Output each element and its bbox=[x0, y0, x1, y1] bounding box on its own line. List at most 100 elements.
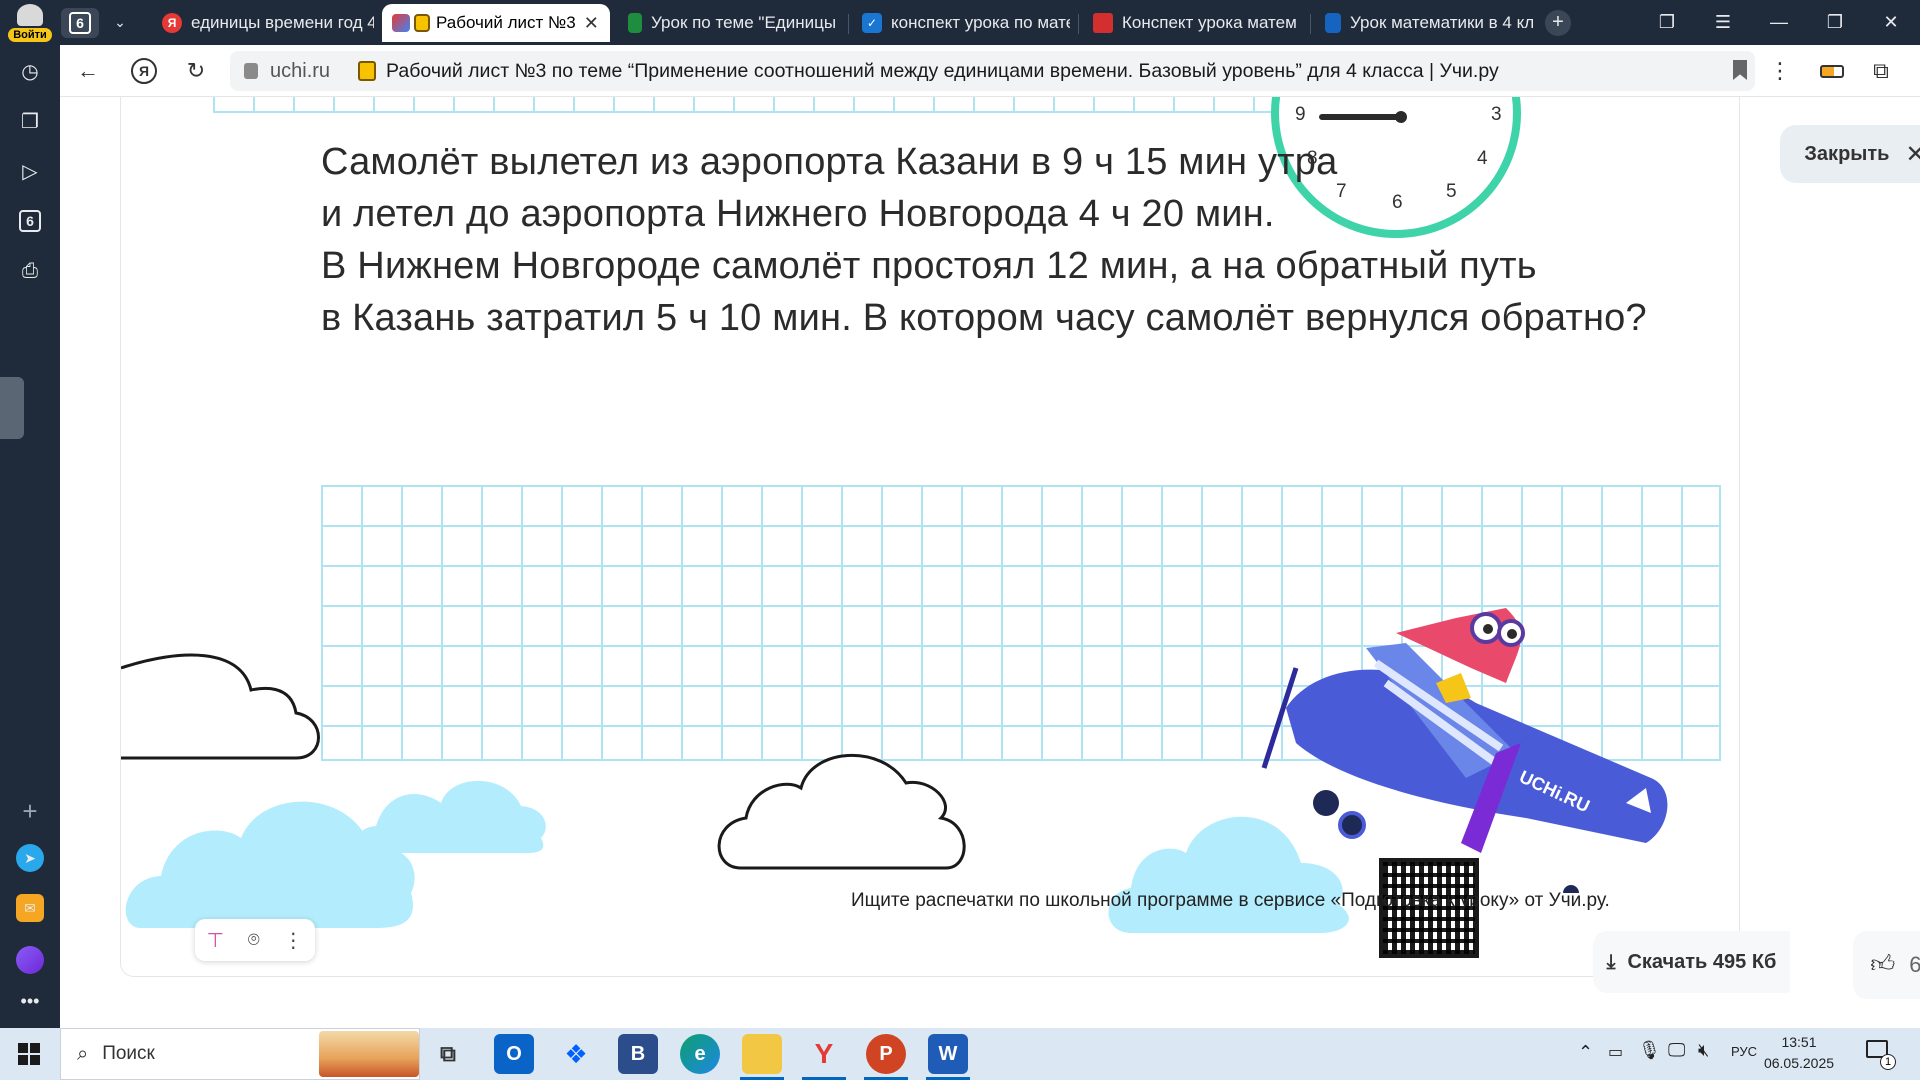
search-highlight-image bbox=[319, 1031, 419, 1077]
tab-count-icon[interactable]: 6 bbox=[14, 205, 46, 237]
close-button[interactable]: Закрыть ✕ bbox=[1780, 125, 1920, 183]
yandex-browser-icon[interactable]: Y bbox=[804, 1034, 844, 1074]
mail-icon[interactable]: ✉ bbox=[14, 892, 46, 924]
menu-icon[interactable]: ☰ bbox=[1696, 0, 1750, 45]
close-tab-icon[interactable]: ✕ bbox=[584, 13, 599, 34]
tab-label: конспект урока по мате bbox=[891, 13, 1070, 32]
tab-1[interactable]: Я единицы времени год 4 bbox=[152, 4, 374, 42]
powerpoint-icon[interactable]: P bbox=[866, 1034, 906, 1074]
dropbox-icon[interactable]: ❖ bbox=[556, 1034, 596, 1074]
outline-cloud-center bbox=[717, 753, 966, 870]
presentation-icon bbox=[1093, 13, 1113, 33]
text-recognition-icon[interactable]: ⊤ bbox=[207, 928, 224, 953]
task-line: В Нижнем Новгороде самолёт простоял 12 м… bbox=[321, 245, 1537, 287]
tab-label: Рабочий лист №3 bbox=[436, 13, 576, 32]
worksheet-icon bbox=[414, 14, 430, 32]
taskbar-search[interactable]: ⌕ Поиск bbox=[60, 1028, 420, 1080]
microphone-icon[interactable]: 🎙︎ bbox=[1638, 1040, 1661, 1061]
task-line: в Казань затратил 5 ч 10 мин. В котором … bbox=[321, 297, 1647, 339]
outlook-icon[interactable]: O bbox=[494, 1034, 534, 1074]
tab-divider bbox=[848, 14, 849, 34]
task-text: Самолёт вылетел из аэропорта Казани в 9 … bbox=[321, 136, 1721, 344]
tab-label: Урок по теме "Единицы bbox=[651, 13, 837, 32]
sidebar-drag-handle[interactable] bbox=[0, 377, 24, 439]
avatar bbox=[17, 3, 43, 26]
search-label: Поиск bbox=[102, 1043, 155, 1064]
download-icon[interactable]: ⤓ bbox=[1913, 55, 1920, 87]
yandex-button[interactable]: Я bbox=[128, 55, 160, 87]
windows-taskbar: ⌕ Поиск ⧉ O ❖ B e Y P W ⌃ ▭ 🎙︎ 🖵︎ 🔇︎ РУС… bbox=[0, 1028, 1920, 1080]
collections-icon[interactable]: ❐ bbox=[1640, 0, 1694, 45]
language-indicator[interactable]: РУС bbox=[1731, 1044, 1757, 1059]
notification-count: 1 bbox=[1880, 1054, 1896, 1070]
tab-count: 6 bbox=[19, 210, 41, 232]
clock-hand bbox=[1319, 114, 1399, 120]
notifications-button[interactable]: 1 bbox=[1866, 1040, 1896, 1070]
clock-number: 3 bbox=[1491, 104, 1502, 125]
tab-2-active[interactable]: Рабочий лист №3 ✕ bbox=[382, 4, 610, 42]
download-button[interactable]: ⤓ Скачать 495 Кб bbox=[1593, 931, 1790, 993]
word-icon[interactable]: W bbox=[928, 1034, 968, 1074]
minimize-button[interactable]: — bbox=[1752, 0, 1806, 45]
edge-icon[interactable]: e bbox=[680, 1034, 720, 1074]
windows-start-icon[interactable] bbox=[18, 1043, 40, 1065]
screenshot-icon[interactable]: ⎙ bbox=[14, 255, 46, 287]
address-page-title: Рабочий лист №3 по теме “Применение соот… bbox=[386, 59, 1499, 82]
camera-icon[interactable]: ⌾ bbox=[248, 929, 260, 952]
chevron-down-icon[interactable]: ⌄ bbox=[100, 0, 140, 45]
plane-wheel bbox=[1313, 790, 1339, 816]
footer-promo-text: Ищите распечатки по школьной программе в… bbox=[851, 890, 1610, 911]
address-bar[interactable]: uchi.ru Рабочий лист №3 по теме “Примене… bbox=[230, 51, 1755, 91]
back-button[interactable]: ← bbox=[72, 55, 104, 87]
outline-cloud-left bbox=[121, 653, 320, 760]
taskbar-clock[interactable]: 13:51 06.05.2025 bbox=[1756, 1032, 1842, 1074]
download-icon: ⤓ bbox=[1606, 950, 1616, 973]
yandex-icon: Я bbox=[162, 13, 182, 33]
tab-3[interactable]: Урок по теме "Единицы bbox=[618, 4, 840, 42]
tab-6[interactable]: Урок математики в 4 кл bbox=[1315, 4, 1533, 42]
battery-icon[interactable]: ▭ bbox=[1608, 1042, 1623, 1062]
blue-cloud-small bbox=[356, 780, 546, 854]
play-icon[interactable]: ▷ bbox=[14, 155, 46, 187]
restore-button[interactable]: ❐ bbox=[1808, 0, 1862, 45]
clock-center bbox=[1395, 111, 1407, 123]
task-line: Самолёт вылетел из аэропорта Казани в 9 … bbox=[321, 141, 1338, 183]
plane-wheel bbox=[1338, 811, 1366, 839]
clock-number: 9 bbox=[1295, 104, 1306, 125]
reload-button[interactable]: ↻ bbox=[180, 55, 212, 87]
download-label: Скачать 495 Кб bbox=[1627, 950, 1777, 973]
tab-4[interactable]: ✓ конспект урока по мате bbox=[852, 4, 1070, 42]
telegram-icon[interactable]: ➤ bbox=[14, 842, 46, 874]
like-button[interactable]: 👍︎ 64 bbox=[1853, 931, 1920, 999]
vk-icon[interactable]: B bbox=[618, 1034, 658, 1074]
tab-5[interactable]: Конспект урока матем bbox=[1083, 4, 1301, 42]
worksheet: 9 3 8 4 7 5 6 Самолёт вылетел из аэропор… bbox=[120, 97, 1740, 977]
more-vert-icon[interactable]: ⋮ bbox=[283, 928, 303, 953]
airplane-illustration: UCHi.RU bbox=[1261, 608, 1668, 893]
search-icon: ⌕ bbox=[77, 1042, 89, 1065]
sheets-icon bbox=[628, 13, 642, 33]
more-icon[interactable]: ••• bbox=[14, 985, 46, 1017]
volume-muted-icon[interactable]: 🔇︎ bbox=[1698, 1040, 1709, 1061]
file-explorer-icon[interactable] bbox=[742, 1034, 782, 1074]
network-icon[interactable]: 🖵︎ bbox=[1668, 1040, 1685, 1061]
extensions-icon[interactable]: ⧉ bbox=[1865, 55, 1897, 87]
bookmark-icon[interactable] bbox=[1733, 60, 1747, 80]
close-window-button[interactable]: ✕ bbox=[1864, 0, 1918, 45]
more-vert-icon[interactable]: ⋮ bbox=[1764, 55, 1796, 87]
address-toolbar: ← Я ↻ uchi.ru Рабочий лист №3 по теме “П… bbox=[60, 45, 1920, 97]
battery-icon[interactable] bbox=[1816, 55, 1848, 87]
task-view-icon[interactable]: ⧉ bbox=[428, 1034, 468, 1074]
tab-count: 6 bbox=[69, 12, 91, 34]
alice-icon[interactable] bbox=[14, 944, 46, 976]
login-button[interactable]: Войти bbox=[0, 0, 60, 45]
new-tab-button[interactable]: + bbox=[1539, 0, 1577, 45]
collections-icon[interactable]: ❐ bbox=[14, 105, 46, 137]
like-count: 64 bbox=[1909, 952, 1920, 977]
tab-counter-button[interactable]: 6 bbox=[61, 8, 99, 38]
chevron-up-icon[interactable]: ⌃ bbox=[1578, 1042, 1593, 1063]
add-icon[interactable]: + bbox=[14, 795, 46, 827]
thumbs-up-icon: 👍︎ bbox=[1870, 951, 1896, 978]
history-icon[interactable]: ◷ bbox=[14, 55, 46, 87]
answer-grid-top bbox=[213, 97, 1355, 113]
